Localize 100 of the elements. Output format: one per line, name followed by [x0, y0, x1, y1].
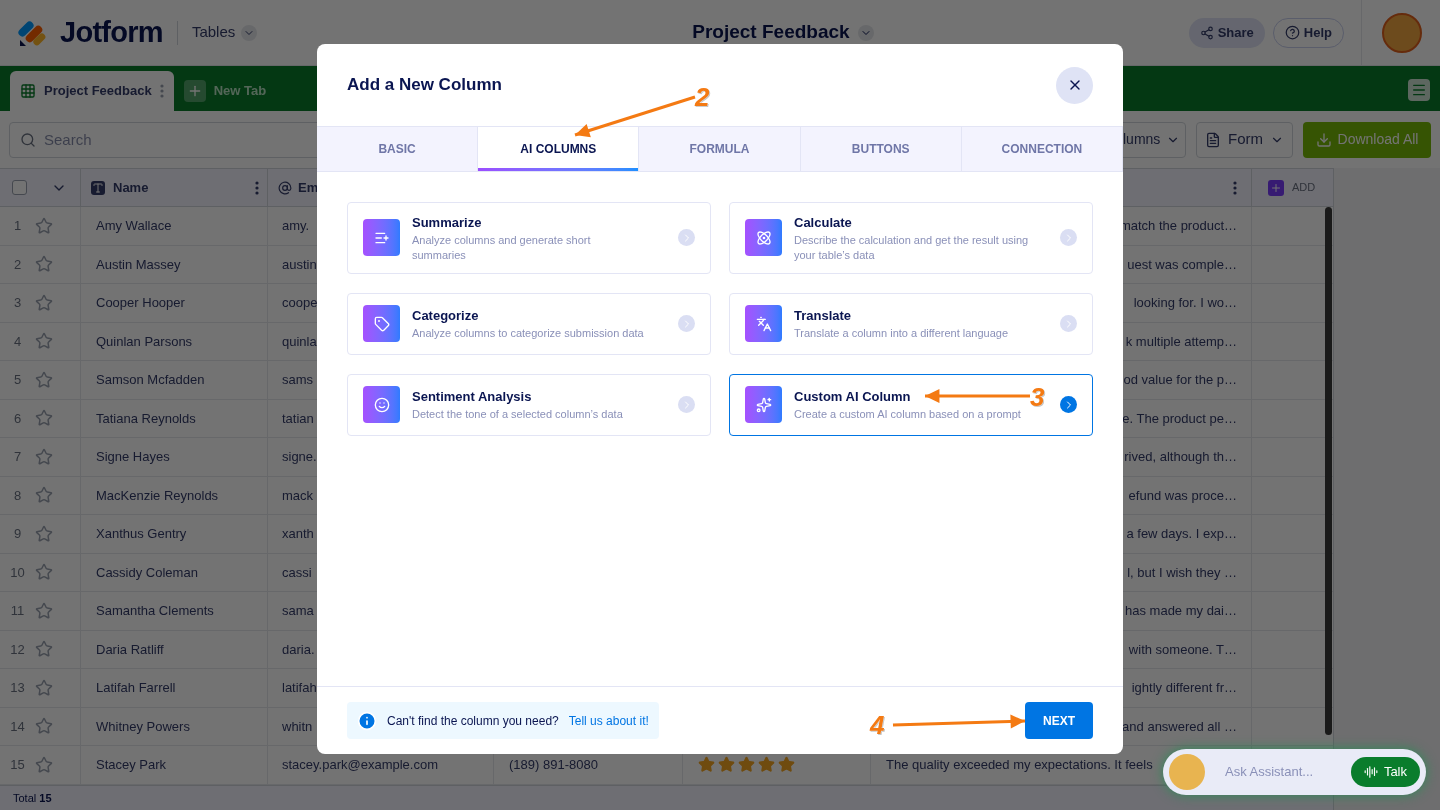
email-type-icon [278, 180, 292, 195]
plus-icon [1268, 179, 1284, 196]
close-button[interactable] [1056, 66, 1093, 104]
table-cell-text: Samson Mcfadden [96, 371, 205, 389]
star-icon[interactable] [35, 293, 53, 312]
star-icon[interactable] [35, 640, 53, 659]
logo-wordmark: Jotform [60, 14, 163, 50]
table-cell-text: coope [282, 294, 318, 312]
row-number: 15 [9, 756, 26, 774]
assistant-bar[interactable]: Ask Assistant... Talk [1163, 749, 1426, 795]
star-icon[interactable] [35, 678, 53, 697]
option-icon [745, 305, 782, 342]
table-cell-text: Amy Wallace [96, 217, 172, 235]
add-column-button[interactable]: ADD [1252, 169, 1333, 206]
table-cell-text: Austin Massey [96, 255, 181, 274]
column-header[interactable]: Name [113, 177, 149, 198]
voice-icon [1363, 765, 1378, 779]
option-card[interactable]: Sentiment Analysis Detect the tone of a selected column’s data [347, 373, 711, 436]
star-icon [738, 756, 755, 774]
kebab-icon[interactable] [159, 84, 164, 98]
star-icon[interactable] [35, 447, 53, 466]
table-tab[interactable]: Project Feedback [10, 71, 174, 111]
table-cell-text: l, but I wish they … [1127, 563, 1237, 582]
table-cell-text: ightly different fr… [1131, 679, 1237, 697]
table-cell-text: uest was comple… [1127, 255, 1237, 274]
chevron-icon [678, 229, 695, 247]
step-number: 2 [695, 81, 710, 114]
form-icon [1205, 131, 1221, 148]
new-tab-button[interactable]: New Tab [183, 71, 267, 111]
star-icon[interactable] [35, 717, 53, 736]
talk-button[interactable]: Talk [1350, 757, 1420, 787]
option-description: Create a custom AI column based on a prompt [794, 406, 1021, 422]
option-title: Sentiment Analysis [412, 388, 532, 407]
option-card[interactable]: Calculate Describe the calculation and get the result using your table’s data [729, 202, 1093, 274]
row-number: 4 [12, 332, 23, 351]
search-icon [20, 131, 36, 148]
star-icon[interactable] [35, 255, 53, 274]
table-cell-text: and answered all … [1122, 717, 1237, 736]
avatar[interactable] [1382, 12, 1422, 53]
option-card[interactable]: Categorize Analyze columns to categorize submission data [347, 292, 711, 355]
option-card[interactable]: Summarize Analyze columns and generate short summaries [347, 202, 711, 274]
row-number: 14 [9, 717, 26, 736]
table-cell-text: quinla [282, 332, 317, 351]
column-header[interactable]: Em [298, 177, 319, 198]
table-cell-text: xanth [282, 525, 314, 543]
modal-tab[interactable]: BUTTONS [800, 127, 962, 171]
tables-dropdown[interactable]: Tables [191, 21, 258, 44]
table-cell-text: whitn [282, 717, 313, 736]
star-icon[interactable] [35, 601, 53, 620]
option-title: Summarize [412, 214, 482, 232]
help-icon [1284, 25, 1300, 40]
star-icon[interactable] [35, 563, 53, 582]
kebab-icon[interactable] [1233, 180, 1237, 195]
row-number: 2 [12, 255, 23, 274]
star-icon[interactable] [35, 370, 53, 389]
modal-tab[interactable]: AI COLUMNS [478, 127, 640, 171]
table-cell-text: with someone. T… [1128, 640, 1237, 659]
menu-icon[interactable] [1408, 79, 1430, 101]
scrollbar[interactable] [1325, 207, 1332, 735]
chevron-icon [678, 396, 695, 413]
select-all-checkbox[interactable] [12, 180, 27, 195]
star-icon[interactable] [35, 755, 53, 774]
table-cell-text: cassi [282, 563, 312, 582]
table-cell-text: Cassidy Coleman [96, 563, 198, 582]
table-cell-text: signe. [282, 448, 317, 466]
star-icon [758, 756, 775, 774]
share-icon [1199, 25, 1214, 40]
table-cell-text: efund was proce… [1128, 486, 1237, 505]
chevron-icon [241, 24, 258, 41]
modal-tab[interactable]: CONNECTION [961, 127, 1123, 171]
star-icon[interactable] [35, 332, 53, 351]
star-icon[interactable] [35, 524, 53, 543]
row-number: 10 [9, 563, 26, 582]
table-cell-text: Signe Hayes [96, 448, 170, 466]
star-icon[interactable] [35, 409, 53, 428]
star-icon[interactable] [35, 216, 53, 235]
row-number: 3 [12, 294, 23, 312]
table-cell-text: daria. [282, 640, 315, 659]
star-icon[interactable] [35, 486, 53, 505]
row-number: 9 [12, 525, 23, 543]
row-number: 8 [12, 486, 23, 505]
modal-tab[interactable]: FORMULA [639, 127, 801, 171]
table-cell-text: sams [282, 371, 314, 389]
feedback-link[interactable]: Tell us about it! [568, 711, 649, 730]
option-title: Calculate [794, 214, 852, 232]
next-button[interactable]: NEXT [1025, 702, 1093, 739]
table-cell-text: tatian [282, 409, 314, 428]
form-dropdown[interactable]: Form [1196, 121, 1293, 158]
option-description: Translate a column into a different language [794, 325, 1009, 341]
table-cell-text: amy. [282, 217, 310, 235]
table-cell-text: sama [282, 602, 314, 620]
row-number: 12 [9, 640, 26, 659]
kebab-icon[interactable] [255, 180, 259, 195]
chevron-icon [1060, 229, 1077, 247]
row-number: 7 [12, 448, 23, 466]
assistant-placeholder: Ask Assistant... [1225, 763, 1314, 782]
option-card[interactable]: Translate Translate a column into a different language [729, 292, 1093, 355]
share-button[interactable]: Share [1188, 17, 1265, 48]
grid-icon [20, 83, 36, 99]
option-description: Analyze columns to categorize submission data [412, 325, 644, 341]
